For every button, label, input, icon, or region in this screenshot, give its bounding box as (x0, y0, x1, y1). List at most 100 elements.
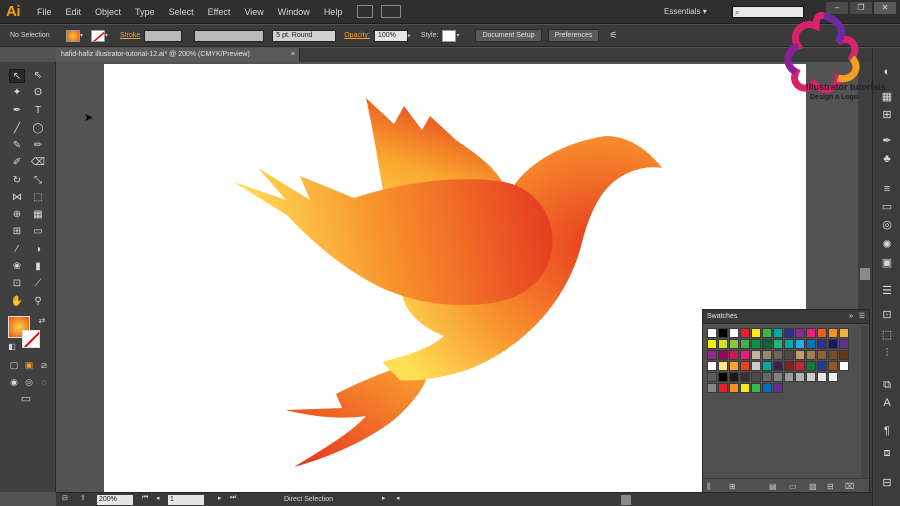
eyedropper-tool-icon[interactable]: ⁄ (9, 243, 25, 257)
chevron-down-icon[interactable]: ▾ (456, 30, 463, 42)
show-swatch-kinds-icon[interactable]: ⊞ (729, 482, 736, 491)
stroke-swatch[interactable] (22, 330, 40, 348)
status-menu-arrow-icon[interactable]: ▸ (382, 494, 386, 502)
swatch-chip[interactable] (762, 339, 772, 349)
hand-tool-icon[interactable]: ✋ (9, 295, 25, 309)
blend-tool-icon[interactable]: ◑ (30, 243, 46, 257)
swatch-chip[interactable] (751, 383, 761, 393)
swatch-chip[interactable] (773, 350, 783, 360)
zoom-level-field[interactable]: 200% (97, 495, 133, 505)
chevron-right-icon[interactable]: ▸ (408, 30, 415, 42)
swatch-chip[interactable] (707, 383, 717, 393)
artboard[interactable] (104, 64, 806, 492)
menu-file[interactable]: File (30, 0, 59, 24)
swatch-chip[interactable] (707, 350, 717, 360)
swatch-chip[interactable] (784, 339, 794, 349)
share-icon[interactable]: ⇪ (80, 494, 86, 502)
screen-mode-icon[interactable]: ▭ (18, 392, 34, 406)
horizontal-scroll-thumb[interactable] (621, 495, 631, 505)
column-graph-tool-icon[interactable]: ▮ (30, 260, 46, 274)
swatch-chip[interactable] (751, 328, 761, 338)
swatch-chip[interactable] (817, 339, 827, 349)
swatch-chip[interactable] (718, 350, 728, 360)
swatch-chip[interactable] (751, 350, 761, 360)
swatch-chip[interactable] (751, 339, 761, 349)
artboard-tool-icon[interactable]: ⊡ (9, 277, 25, 291)
default-fill-stroke-icon[interactable]: ◧ (4, 340, 20, 354)
width-tool-icon[interactable]: ⋈ (9, 191, 25, 205)
vertical-scroll-thumb[interactable] (860, 268, 870, 280)
swatch-chip[interactable] (718, 361, 728, 371)
prev-artboard-icon[interactable]: ◂ (156, 494, 160, 502)
swatch-chip[interactable] (828, 361, 838, 371)
eraser-tool-icon[interactable]: ⌫ (30, 156, 46, 170)
new-folder-icon[interactable]: ⊟ (827, 482, 834, 491)
graphic-styles-icon[interactable]: ▣ (879, 256, 895, 270)
fill-color-swatch[interactable] (66, 29, 80, 42)
swatch-chip[interactable] (806, 328, 816, 338)
opentype-panel-icon[interactable]: ⧈ (879, 446, 895, 460)
swatch-chip[interactable] (828, 372, 838, 382)
align-panel-icon[interactable]: ⫶ (879, 346, 895, 360)
gradient-mode-icon[interactable]: ▣ (21, 358, 37, 372)
swatch-libraries-icon[interactable]: ⫼ (707, 482, 711, 492)
swatch-chip[interactable] (806, 339, 816, 349)
swatch-chip[interactable] (839, 361, 849, 371)
direct-selection-tool-icon[interactable]: ⇖ (30, 69, 46, 83)
swatch-chip[interactable] (795, 328, 805, 338)
swatch-chip[interactable] (828, 350, 838, 360)
character-panel-icon[interactable]: A (879, 396, 895, 410)
swatch-chip[interactable] (762, 350, 772, 360)
menu-select[interactable]: Select (162, 0, 201, 24)
swatch-chip[interactable] (784, 350, 794, 360)
blob-brush-tool-icon[interactable]: ✐ (9, 156, 25, 170)
first-artboard-icon[interactable]: ⏮ (142, 494, 148, 502)
type-tool-icon[interactable]: T (30, 104, 46, 118)
swatch-chip[interactable] (839, 339, 849, 349)
swatch-chip[interactable] (751, 361, 761, 371)
swatch-chip[interactable] (839, 350, 849, 360)
stroke-panel-icon[interactable]: ≡ (879, 182, 895, 196)
swatch-chip[interactable] (773, 339, 783, 349)
swatch-chip[interactable] (762, 383, 772, 393)
close-tab-icon[interactable]: × (291, 48, 295, 62)
document-tab[interactable]: hafid-hafiz illustrator-tutorial-12.ai* … (56, 48, 300, 62)
current-tool-status[interactable]: Direct Selection (284, 494, 333, 506)
none-mode-icon[interactable]: ⧄ (36, 358, 52, 372)
swatch-chip[interactable] (718, 372, 728, 382)
swatch-chip[interactable] (773, 383, 783, 393)
swatch-chip[interactable] (740, 350, 750, 360)
magic-wand-tool-icon[interactable]: ✦ (9, 86, 25, 100)
last-artboard-icon[interactable]: ⏭ (230, 494, 236, 502)
swatch-chip[interactable] (795, 361, 805, 371)
chevron-down-icon[interactable]: ▾ (105, 30, 112, 42)
swatch-chip[interactable] (740, 372, 750, 382)
swatch-chip[interactable] (762, 361, 772, 371)
paragraph-panel-icon[interactable]: ¶ (879, 424, 895, 438)
swatch-chip[interactable] (817, 350, 827, 360)
opacity-field[interactable]: 100% (373, 29, 408, 42)
swatches-scrollbar[interactable] (861, 326, 868, 478)
swatch-chip[interactable] (773, 372, 783, 382)
swatch-chip[interactable] (718, 339, 728, 349)
artboard-number-field[interactable]: 1 (168, 495, 204, 505)
swatch-chip[interactable] (740, 339, 750, 349)
transparency-panel-icon[interactable]: ◎ (879, 218, 895, 232)
pencil-tool-icon[interactable]: ✏ (30, 139, 46, 153)
swatch-options-icon[interactable]: ▤ (769, 482, 777, 491)
swatch-chip[interactable] (729, 350, 739, 360)
bridge-button[interactable] (357, 5, 374, 18)
swatch-chip[interactable] (740, 361, 750, 371)
swatch-chip[interactable] (707, 361, 717, 371)
swatch-chip[interactable] (718, 328, 728, 338)
swap-fill-stroke-icon[interactable]: ⇄ (34, 314, 50, 328)
swatch-chip[interactable] (795, 350, 805, 360)
brushes-panel-icon[interactable]: ✒ (879, 134, 895, 148)
new-color-group-icon[interactable]: ▭ (789, 482, 797, 491)
menu-object[interactable]: Object (88, 0, 128, 24)
paintbrush-tool-icon[interactable]: ✎ (9, 139, 25, 153)
layers-panel-icon[interactable]: ☰ (879, 284, 895, 298)
variable-width-profile[interactable] (194, 29, 265, 42)
swatch-chip[interactable] (740, 328, 750, 338)
menu-edit[interactable]: Edit (59, 0, 89, 24)
